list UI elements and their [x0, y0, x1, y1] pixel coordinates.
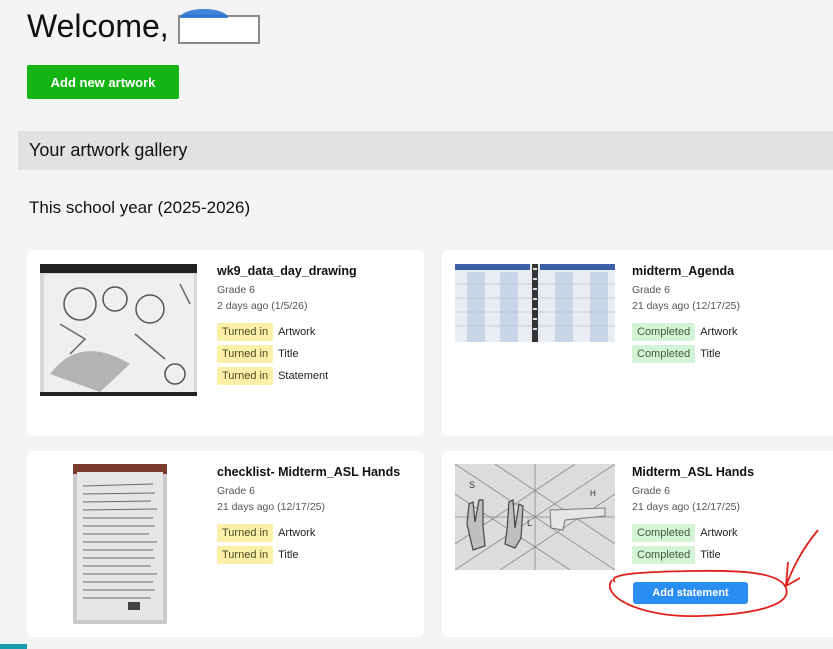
artwork-card[interactable]: midterm_Agenda Grade 6 21 days ago (12/1… [442, 250, 833, 436]
status-row: Completed Artwork [632, 323, 832, 341]
status-row: Turned in Title [217, 546, 417, 564]
status-list: Completed Artwork Completed Title [632, 524, 832, 564]
status-row: Turned in Artwork [217, 323, 417, 341]
artwork-title[interactable]: checklist- Midterm_ASL Hands [217, 465, 417, 479]
artwork-grade: Grade 6 [217, 485, 255, 497]
status-label: Title [700, 348, 721, 360]
school-year-heading: This school year (2025-2026) [29, 198, 251, 217]
status-list: Turned in Artwork Turned in Title [217, 524, 417, 564]
gallery-section-header: Your artwork gallery [18, 131, 833, 170]
artwork-grade: Grade 6 [632, 485, 670, 497]
status-row: Turned in Title [217, 345, 417, 363]
status-label: Title [278, 549, 299, 561]
svg-text:S: S [469, 480, 475, 490]
status-label: Artwork [278, 527, 316, 539]
welcome-heading: Welcome, [27, 8, 260, 45]
artwork-date: 21 days ago (12/17/25) [217, 501, 325, 513]
artwork-date: 21 days ago (12/17/25) [632, 300, 740, 312]
status-label: Title [700, 549, 721, 561]
status-list: Turned in Artwork Turned in Title Turned… [217, 323, 417, 385]
artwork-title[interactable]: Midterm_ASL Hands [632, 465, 832, 479]
status-badge: Completed [632, 345, 696, 363]
student-name-redacted [177, 9, 260, 44]
status-row: Completed Title [632, 345, 832, 363]
status-row: Completed Title [632, 546, 832, 564]
status-badge: Completed [632, 524, 696, 542]
status-badge: Turned in [217, 323, 274, 341]
add-statement-button[interactable]: Add statement [633, 582, 748, 604]
status-badge: Turned in [217, 524, 274, 542]
svg-text:L: L [527, 518, 532, 528]
corner-tab [0, 644, 27, 649]
add-new-artwork-button[interactable]: Add new artwork [27, 65, 179, 99]
status-label: Statement [278, 370, 329, 382]
artwork-date: 2 days ago (1/5/26) [217, 300, 308, 312]
status-label: Artwork [700, 527, 738, 539]
artwork-thumbnail[interactable] [73, 464, 167, 624]
status-badge: Turned in [217, 546, 274, 564]
artwork-title[interactable]: wk9_data_day_drawing [217, 264, 417, 278]
status-badge: Completed [632, 323, 696, 341]
artwork-thumbnail[interactable] [40, 264, 197, 396]
status-label: Artwork [278, 326, 316, 338]
status-badge: Turned in [217, 367, 274, 385]
artwork-card[interactable]: wk9_data_day_drawing Grade 6 2 days ago … [27, 250, 424, 436]
artwork-card[interactable]: checklist- Midterm_ASL Hands Grade 6 21 … [27, 451, 424, 637]
artwork-date: 21 days ago (12/17/25) [632, 501, 740, 513]
artwork-grade: Grade 6 [217, 284, 255, 296]
artwork-thumbnail[interactable]: S L H [455, 464, 615, 570]
gallery-heading: Your artwork gallery [29, 140, 188, 160]
welcome-text: Welcome, [27, 8, 169, 44]
artwork-title[interactable]: midterm_Agenda [632, 264, 832, 278]
status-row: Turned in Statement [217, 367, 417, 385]
status-list: Completed Artwork Completed Title [632, 323, 832, 363]
artwork-thumbnail[interactable] [455, 264, 615, 342]
status-row: Turned in Artwork [217, 524, 417, 542]
svg-text:H: H [590, 489, 596, 498]
status-badge: Completed [632, 546, 696, 564]
status-row: Completed Artwork [632, 524, 832, 542]
status-badge: Turned in [217, 345, 274, 363]
status-label: Artwork [700, 326, 738, 338]
status-label: Title [278, 348, 299, 360]
artwork-grade: Grade 6 [632, 284, 670, 296]
artwork-card[interactable]: S L H Midterm_ASL Hands Grade 6 21 days … [442, 451, 833, 637]
